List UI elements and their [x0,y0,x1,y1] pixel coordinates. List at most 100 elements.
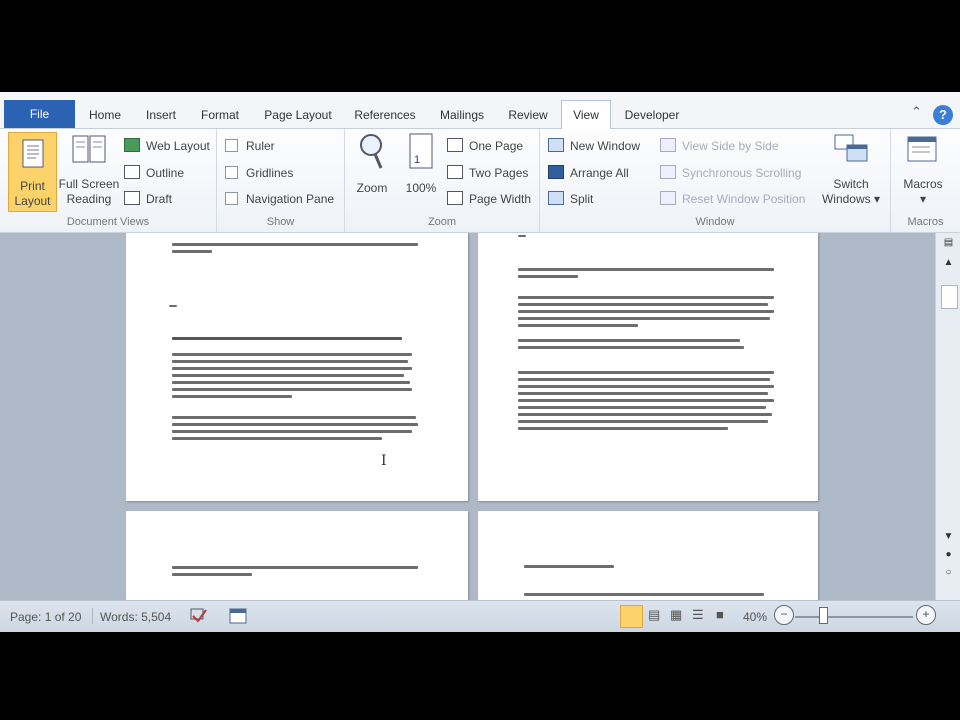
tab-page-layout[interactable]: Page Layout [255,102,341,128]
zoom-slider-handle[interactable] [819,607,828,624]
page-width-icon [447,191,463,205]
full-screen-reading-label-2: Reading [66,192,112,206]
tab-format[interactable]: Format [192,102,248,128]
arrange-all-label: Arrange All [570,166,629,180]
print-layout-view-icon[interactable] [620,605,643,628]
document-area[interactable]: I [0,233,935,600]
zoom-out-icon[interactable]: − [774,605,794,625]
ruler-label: Ruler [246,139,275,153]
magnifier-icon [360,134,383,169]
ruler-checkbox[interactable]: Ruler [225,137,275,155]
zoom-100-label: 100% [405,181,437,195]
print-layout-button[interactable]: Print Layout [8,132,57,212]
zoom-group-label: Zoom [427,216,457,228]
navigation-pane-check-icon [225,192,238,205]
arrange-all-button[interactable]: Arrange All [548,164,629,182]
document-page-2[interactable] [478,233,818,501]
one-page-icon [447,138,463,152]
one-page-button[interactable]: One Page [447,137,523,155]
full-screen-reading-icon [72,135,106,163]
view-side-by-side-button[interactable]: View Side by Side [660,137,779,155]
outline-button[interactable]: Outline [124,164,184,182]
draft-view-icon[interactable]: ■ [716,607,724,622]
vertical-scrollbar[interactable]: ▤ ▲ ▼ ● ○ [935,233,960,600]
new-window-icon [548,138,564,152]
print-layout-label-2: Layout [14,194,51,208]
dropdown-arrow-icon: ▾ [874,192,881,206]
split-label: Split [570,192,594,206]
scroll-up-arrow-icon[interactable]: ▲ [941,255,956,270]
group-document-views: Print Layout Full Screen Reading Web Lay… [0,129,217,232]
zoom-in-icon[interactable]: + [916,605,936,625]
help-icon[interactable]: ? [933,105,953,125]
tab-references[interactable]: References [346,102,424,128]
previous-page-icon[interactable]: ● [941,547,956,562]
macros-button[interactable]: Macros ▾ [893,133,953,207]
split-icon [548,191,564,205]
tab-developer[interactable]: Developer [614,102,690,128]
zoom-button[interactable]: Zoom [349,133,395,196]
switch-windows-button[interactable]: Switch Windows ▾ [818,133,884,207]
window-group-label: Window [695,216,735,228]
tab-home[interactable]: Home [80,102,130,128]
tab-mailings[interactable]: Mailings [430,102,494,128]
group-show: Ruler Gridlines Navigation Pane Show [217,129,345,232]
gridlines-checkbox[interactable]: Gridlines [225,164,293,182]
web-layout-label: Web Layout [146,139,210,153]
macros-icon [907,136,937,162]
split-button[interactable]: Split [548,190,593,208]
zoom-level[interactable]: 40% [743,610,767,624]
navigation-pane-checkbox[interactable]: Navigation Pane [225,190,334,208]
svg-text:1: 1 [414,154,420,166]
proofing-icon[interactable] [189,606,209,629]
synchronous-scrolling-label: Synchronous Scrolling [682,166,802,180]
document-views-group-label: Document Views [66,216,150,228]
outline-view-icon[interactable]: ☰ [692,607,704,623]
web-layout-view-icon[interactable]: ▦ [670,607,682,623]
print-layout-label-1: Print [20,179,45,193]
zoom-100-button[interactable]: 1 100% [399,133,443,196]
page-count[interactable]: Page: 1 of 20 [10,610,81,624]
web-layout-button[interactable]: Web Layout [124,137,210,155]
word-window: File Home Insert Format Page Layout Refe… [0,92,960,632]
page-width-button[interactable]: Page Width [447,190,531,208]
status-bar: Page: 1 of 20 Words: 5,504 ▤ ▦ ☰ ■ 40% −… [0,600,960,632]
tab-file[interactable]: File [4,100,75,128]
ribbon-tab-bar: File Home Insert Format Page Layout Refe… [0,92,960,129]
new-window-button[interactable]: New Window [548,137,640,155]
ruler-toggle-icon[interactable]: ▤ [941,235,956,250]
macro-recording-icon[interactable] [228,606,248,629]
switch-windows-label-2: Windows [821,192,871,206]
tab-insert[interactable]: Insert [136,102,186,128]
full-screen-reading-view-icon[interactable]: ▤ [648,607,660,623]
ribbon: Print Layout Full Screen Reading Web Lay… [0,129,960,233]
document-page-1[interactable]: I [126,233,468,501]
print-layout-icon [22,139,43,168]
view-side-by-side-label: View Side by Side [682,139,779,153]
synchronous-scrolling-button[interactable]: Synchronous Scrolling [660,164,801,182]
status-divider [92,608,93,624]
document-page-4[interactable] [478,511,818,600]
switch-windows-label-1: Switch [833,177,869,191]
word-count[interactable]: Words: 5,504 [100,610,171,624]
full-screen-reading-label-1: Full Screen [58,177,120,191]
reset-window-position-label: Reset Window Position [682,192,806,206]
scroll-thumb[interactable] [941,285,958,309]
reset-window-position-button[interactable]: Reset Window Position [660,190,805,208]
document-page-3[interactable] [126,511,468,600]
synchronous-scrolling-icon [660,165,676,179]
two-pages-button[interactable]: Two Pages [447,164,528,182]
tab-review[interactable]: Review [500,102,556,128]
tab-view[interactable]: View [561,100,611,129]
two-pages-label: Two Pages [469,166,529,180]
new-window-label: New Window [570,139,641,153]
full-screen-reading-button[interactable]: Full Screen Reading [58,133,120,207]
minimize-ribbon-icon[interactable]: ⌃ [911,104,922,120]
select-browse-object-icon[interactable]: ○ [941,565,956,580]
draft-button[interactable]: Draft [124,190,172,208]
switch-windows-icon [834,134,868,162]
zoom-slider-track[interactable] [795,616,913,618]
macros-label: Macros [903,177,943,191]
scroll-down-arrow-icon[interactable]: ▼ [941,529,956,544]
two-pages-icon [447,165,463,179]
